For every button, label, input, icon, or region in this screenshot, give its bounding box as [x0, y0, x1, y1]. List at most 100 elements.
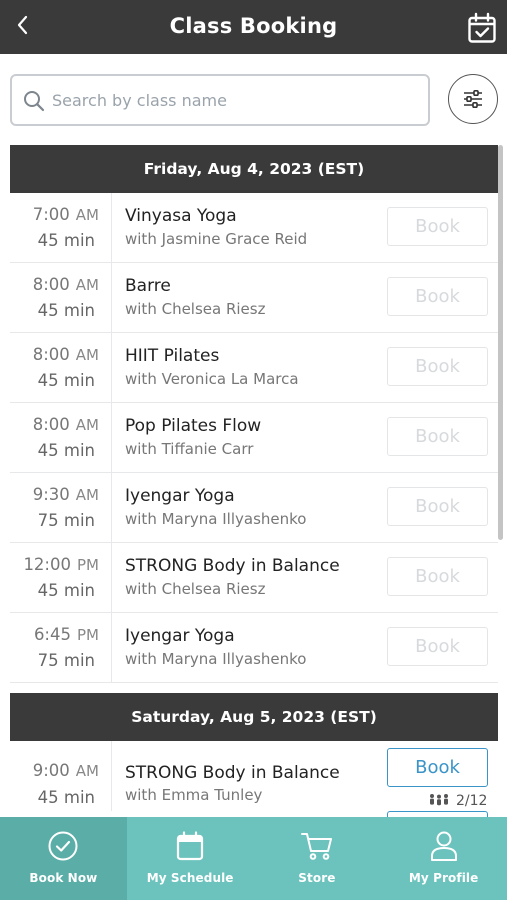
time-value: 6:45 [33, 625, 71, 644]
time-value: 8:00 [32, 415, 70, 434]
time-value: 8:00 [32, 275, 70, 294]
class-duration: 45 min [37, 441, 95, 460]
time-ampm: PM [77, 626, 99, 644]
time-value: 7:00 [32, 205, 70, 224]
class-row: 9:00 AM 45 min STRONG Body in Balance wit… [10, 741, 498, 817]
bottom-nav: Book Now My Schedule Store My Profile [0, 817, 507, 900]
class-duration: 45 min [37, 788, 95, 807]
book-button[interactable]: Book [387, 487, 488, 526]
day-divider [10, 683, 498, 693]
search-box [10, 74, 430, 126]
time-ampm: AM [75, 346, 99, 364]
class-time: 7:00 AM [33, 205, 99, 224]
class-time: 12:00 PM [23, 555, 99, 574]
class-name: Vinyasa Yoga [125, 206, 237, 226]
nav-label: Book Now [29, 871, 98, 885]
time-cell: 12:00 PM 45 min [10, 543, 112, 613]
class-name: Iyengar Yoga [125, 626, 235, 646]
calendar-icon [177, 831, 204, 861]
class-name: Barre [125, 276, 171, 296]
class-instructor: with Tiffanie Carr [125, 440, 254, 458]
people-icon [430, 794, 448, 806]
page-title: Class Booking [169, 14, 338, 38]
calendar-button[interactable] [467, 12, 497, 44]
class-time: 8:00 AM [33, 415, 99, 434]
time-value: 9:00 [32, 761, 70, 780]
class-row: 7:00 AM 45 min Vinyasa Yoga with Jasmine … [10, 193, 498, 263]
time-value: 12:00 [23, 555, 71, 574]
class-instructor: with Emma Tunley [125, 786, 263, 804]
class-list: Friday, Aug 4, 2023 (EST) 7:00 AM 45 min … [10, 145, 498, 817]
class-row: 12:00 PM 45 min STRONG Body in Balance wi… [10, 543, 498, 613]
time-cell: 8:00 AM 45 min [10, 403, 112, 473]
top-bar: Class Booking [0, 0, 507, 54]
book-button[interactable]: Book [387, 557, 488, 596]
class-instructor: with Maryna Illyashenko [125, 510, 307, 528]
class-instructor: with Chelsea Riesz [125, 580, 266, 598]
day-header: Saturday, Aug 5, 2023 (EST) [10, 693, 498, 741]
scrollbar[interactable] [498, 145, 503, 540]
time-cell: 8:00 AM 45 min [10, 263, 112, 333]
class-duration: 75 min [37, 651, 95, 670]
class-duration: 75 min [37, 511, 95, 530]
nav-my-schedule[interactable]: My Schedule [127, 817, 254, 900]
class-duration: 45 min [37, 301, 95, 320]
class-row: 9:30 AM 75 min Iyengar Yoga with Maryna I… [10, 473, 498, 543]
book-button[interactable]: Book [387, 417, 488, 456]
class-row: 8:00 AM 45 min HIIT Pilates with Veronica… [10, 333, 498, 403]
time-cell: 9:30 AM 75 min [10, 473, 112, 543]
nav-store[interactable]: Store [254, 817, 381, 900]
book-button[interactable]: Book [387, 748, 488, 787]
class-time: 6:45 PM [34, 625, 99, 644]
class-time: 9:30 AM [33, 485, 99, 504]
class-duration: 45 min [37, 371, 95, 390]
class-name: STRONG Body in Balance [125, 763, 340, 783]
nav-my-profile[interactable]: My Profile [380, 817, 507, 900]
nav-book-now[interactable]: Book Now [0, 817, 127, 900]
class-instructor: with Chelsea Riesz [125, 300, 266, 318]
time-ampm: AM [75, 486, 99, 504]
nav-label: My Profile [408, 871, 479, 885]
class-name: Iyengar Yoga [125, 486, 235, 506]
book-button[interactable]: Book [387, 277, 488, 316]
person-icon [430, 831, 457, 861]
nav-label: Store [298, 871, 336, 885]
book-button[interactable]: Book [387, 207, 488, 246]
class-name: STRONG Body in Balance [125, 556, 340, 576]
class-name: Pop Pilates Flow [125, 416, 262, 436]
filter-button[interactable] [448, 74, 498, 124]
spots-available: 2/12 [428, 793, 487, 809]
time-ampm: AM [75, 416, 99, 434]
class-duration: 45 min [37, 231, 95, 250]
time-ampm: AM [75, 276, 99, 294]
time-cell: 9:00 AM 45 min [10, 741, 112, 811]
class-time: 8:00 AM [33, 275, 99, 294]
class-row: 8:00 AM 45 min Barre with Chelsea Riesz B… [10, 263, 498, 333]
nav-label: My Schedule [146, 871, 234, 885]
time-cell: 8:00 AM 45 min [10, 333, 112, 403]
cart-icon [300, 833, 332, 860]
time-ampm: AM [75, 762, 99, 780]
sliders-icon [464, 89, 482, 109]
class-time: 9:00 AM [33, 761, 99, 780]
time-ampm: AM [75, 206, 99, 224]
time-cell: 6:45 PM 75 min [10, 613, 112, 683]
class-row: 6:45 PM 75 min Iyengar Yoga with Maryna I… [10, 613, 498, 683]
time-value: 9:30 [32, 485, 70, 504]
class-instructor: with Veronica La Marca [125, 370, 299, 388]
class-instructor: with Jasmine Grace Reid [125, 230, 308, 248]
class-time: 8:00 AM [33, 345, 99, 364]
time-ampm: PM [77, 556, 99, 574]
check-circle-icon [48, 831, 78, 861]
day-header: Friday, Aug 4, 2023 (EST) [10, 145, 498, 193]
book-button[interactable]: Book [387, 347, 488, 386]
search-icon [24, 91, 45, 112]
book-button[interactable]: Book [387, 627, 488, 666]
time-value: 8:00 [32, 345, 70, 364]
class-row: 8:00 AM 45 min Pop Pilates Flow with Tiff… [10, 403, 498, 473]
class-instructor: with Maryna Illyashenko [125, 650, 307, 668]
class-name: HIIT Pilates [125, 346, 220, 366]
calendar-check-icon [468, 12, 496, 43]
spots-count: 2/12 [456, 793, 488, 809]
search-input[interactable] [52, 84, 422, 116]
